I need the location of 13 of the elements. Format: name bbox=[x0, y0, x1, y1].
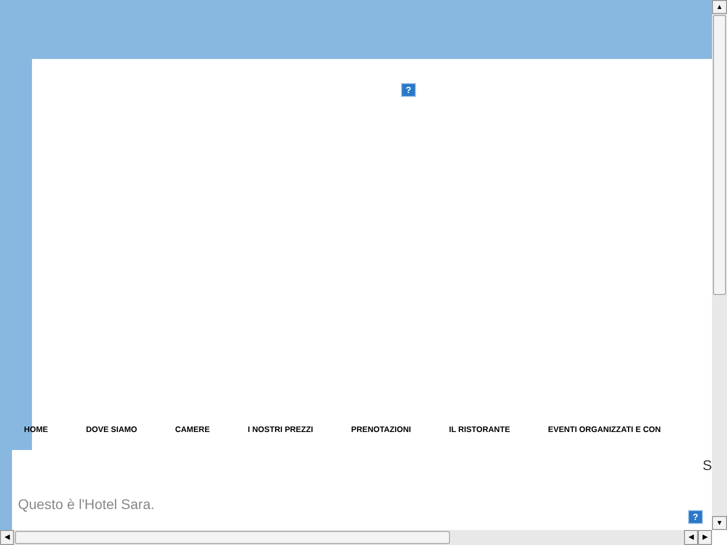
nav-link[interactable]: I NOSTRI PREZZI bbox=[248, 424, 314, 436]
scrollbar-thumb[interactable] bbox=[15, 531, 450, 544]
nav-link[interactable]: HOME bbox=[24, 424, 48, 436]
broken-image-icon: ? bbox=[688, 510, 703, 524]
text-fragment: S bbox=[702, 456, 712, 475]
nav-link[interactable]: DOVE SIAMO bbox=[86, 424, 138, 436]
broken-image-icon: ? bbox=[401, 83, 416, 97]
nav-link[interactable]: EVENTI ORGANIZZATI E CON bbox=[548, 424, 661, 436]
nav-link[interactable]: IL RISTORANTE bbox=[449, 424, 510, 436]
scrollbar-thumb[interactable] bbox=[713, 15, 726, 295]
nav-link[interactable]: CAMERE bbox=[175, 424, 210, 436]
nav-link[interactable]: PRENOTAZIONI bbox=[351, 424, 411, 436]
intro-text: Questo è l'Hotel Sara. bbox=[18, 495, 155, 514]
